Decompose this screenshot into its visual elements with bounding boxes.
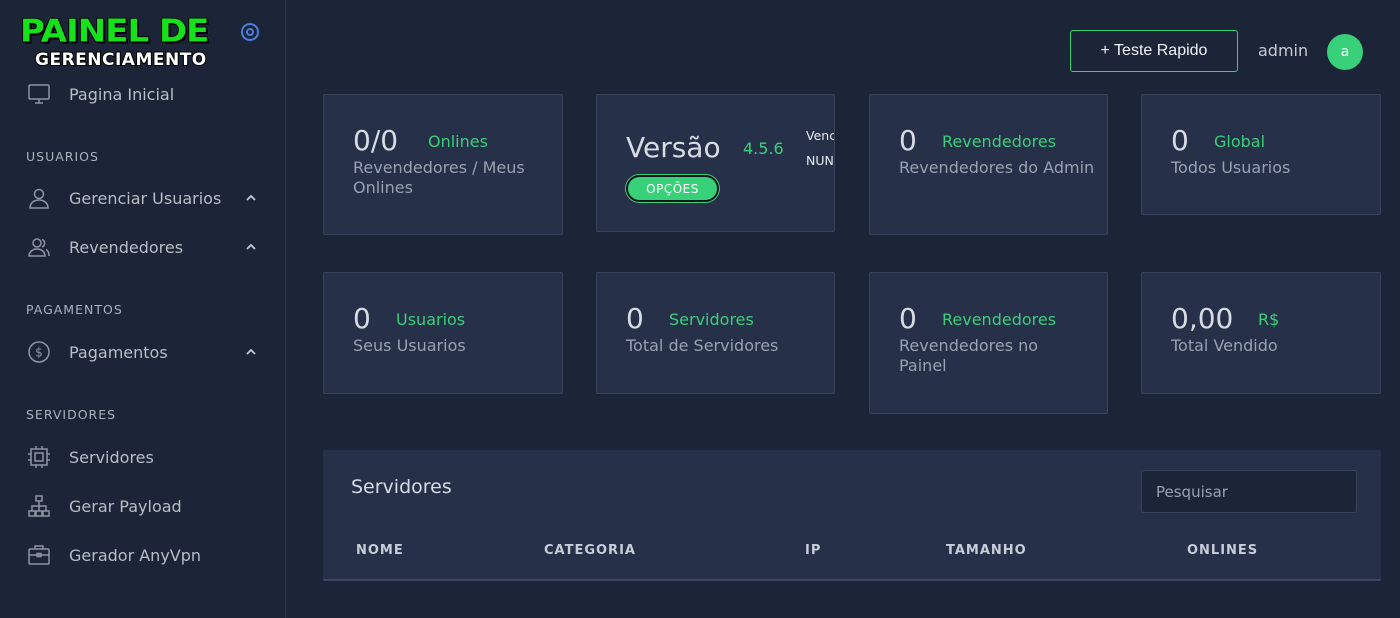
card-revendedores-painel: 0 Revendedores Revendedores no Painel — [869, 272, 1108, 414]
card-onlines: 0/0 Onlines Revendedores / Meus Onlines — [323, 94, 563, 235]
card-subtitle: Todos Usuarios — [1171, 158, 1291, 177]
vencimento-label: Vencimento — [806, 128, 834, 143]
svg-text:$: $ — [35, 346, 43, 360]
card-servidores: 0 Servidores Total de Servidores — [596, 272, 835, 394]
card-total-vendido: 0,00 R$ Total Vendido — [1141, 272, 1381, 394]
card-tag: Onlines — [428, 132, 488, 151]
chevron-up-icon[interactable] — [244, 345, 258, 359]
dollar-circle-icon: $ — [26, 339, 52, 365]
sidebar-item-home[interactable]: Pagina Inicial — [26, 79, 266, 109]
card-tag: Usuarios — [396, 310, 466, 329]
versao-title: Versão — [626, 131, 721, 164]
chevron-up-icon[interactable] — [244, 240, 258, 254]
sidebar-item-label: Revendedores — [69, 237, 184, 257]
card-subtitle: Revendedores do Admin — [899, 158, 1095, 177]
users-icon — [26, 234, 52, 260]
avatar[interactable]: a — [1327, 34, 1363, 70]
card-tag: R$ — [1258, 310, 1280, 329]
sidebar-item-gerenciar-usuarios[interactable]: Gerenciar Usuarios — [26, 183, 266, 213]
card-subtitle: Revendedores / Meus Onlines — [353, 158, 525, 197]
section-label-servidores: SERVIDORES — [26, 407, 117, 422]
card-value: 0,00 — [1171, 302, 1234, 335]
sidebar-item-servidores[interactable]: Servidores — [26, 442, 266, 472]
monitor-icon — [26, 81, 52, 107]
sidebar-item-label: Gerador AnyVpn — [69, 545, 202, 565]
card-subtitle: Total Vendido — [1171, 336, 1278, 355]
versao-number: 4.5.6 — [743, 139, 784, 158]
column-header-nome[interactable]: NOME — [356, 543, 404, 558]
section-label-usuarios: USUARIOS — [26, 149, 99, 164]
vencimento-value: NUNCA — [806, 153, 834, 168]
card-subtitle: Seus Usuarios — [353, 336, 466, 355]
card-versao: Versão 4.5.6 OPÇÕES Vencimento NUNCA — [596, 94, 835, 232]
sidebar-item-gerar-payload[interactable]: Gerar Payload — [26, 491, 266, 521]
sidebar-item-pagamentos[interactable]: $ Pagamentos — [26, 337, 266, 367]
card-value: 0 — [626, 302, 644, 335]
logo-title: PAINEL DE — [19, 13, 210, 50]
sidebar-item-label: Pagina Inicial — [69, 84, 175, 104]
sidebar-item-revendedores[interactable]: Revendedores — [26, 232, 266, 262]
sitemap-icon — [26, 493, 52, 519]
teste-rapido-button[interactable]: + Teste Rapido — [1070, 30, 1238, 72]
sidebar-item-label: Servidores — [69, 447, 154, 467]
logo-subtitle: GERENCIAMENTO — [34, 49, 207, 71]
card-tag: Revendedores — [942, 310, 1057, 329]
sidebar-item-label: Gerenciar Usuarios — [69, 188, 222, 208]
card-revendedores-admin: 0 Revendedores Revendedores do Admin — [869, 94, 1108, 235]
card-value: 0/0 — [353, 124, 399, 157]
column-header-tamanho[interactable]: TAMANHO — [946, 543, 1027, 558]
card-tag: Servidores — [669, 310, 754, 329]
card-subtitle: Revendedores no Painel — [899, 336, 1039, 375]
sidebar: PAINEL DE GERENCIAMENTO Pagina Inicial U… — [0, 0, 286, 618]
servers-panel: Servidores NOME CATEGORIA IP TAMANHO ONL… — [323, 450, 1381, 581]
sidebar-toggle-icon[interactable] — [240, 22, 260, 42]
panel-title: Servidores — [351, 476, 452, 498]
card-value: 0 — [899, 124, 917, 157]
column-header-onlines[interactable]: ONLINES — [1187, 543, 1258, 558]
opcoes-button[interactable]: OPÇÕES — [626, 175, 719, 202]
chevron-up-icon[interactable] — [244, 191, 258, 205]
user-icon — [26, 185, 52, 211]
sidebar-item-label: Pagamentos — [69, 342, 168, 362]
cpu-icon — [26, 444, 52, 470]
briefcase-icon — [26, 542, 52, 568]
sidebar-item-gerador-anyvpn[interactable]: Gerador AnyVpn — [26, 540, 266, 570]
search-input[interactable] — [1141, 470, 1357, 513]
card-value: 0 — [353, 302, 371, 335]
logo[interactable]: PAINEL DE GERENCIAMENTO — [19, 13, 210, 71]
card-tag: Global — [1214, 132, 1266, 151]
column-header-ip[interactable]: IP — [805, 543, 821, 558]
card-value: 0 — [899, 302, 917, 335]
sidebar-item-label: Gerar Payload — [69, 496, 182, 516]
card-usuarios: 0 Usuarios Seus Usuarios — [323, 272, 563, 394]
card-subtitle: Total de Servidores — [626, 336, 779, 355]
column-header-categoria[interactable]: CATEGORIA — [544, 543, 636, 558]
card-global: 0 Global Todos Usuarios — [1141, 94, 1381, 215]
card-tag: Revendedores — [942, 132, 1057, 151]
card-value: 0 — [1171, 124, 1189, 157]
user-name[interactable]: admin — [1258, 41, 1308, 60]
section-label-pagamentos: PAGAMENTOS — [26, 302, 123, 317]
